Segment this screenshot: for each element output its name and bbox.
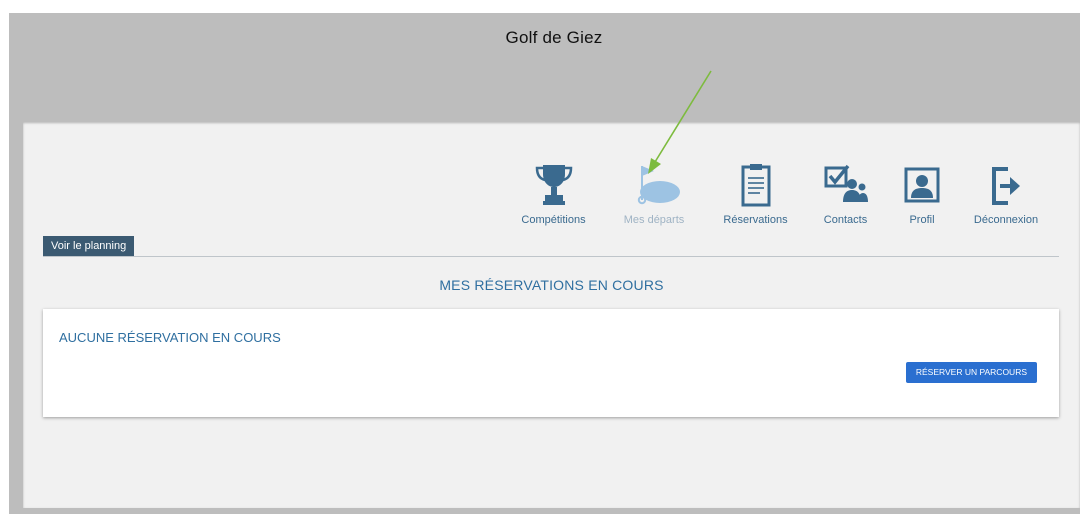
nav-label: Déconnexion bbox=[973, 214, 1039, 226]
profile-icon bbox=[904, 167, 940, 203]
nav-label: Profil bbox=[909, 214, 935, 226]
nav-item-mes-departs[interactable]: Mes départs bbox=[619, 162, 689, 226]
divider bbox=[43, 256, 1059, 257]
reservations-card: AUCUNE RÉSERVATION EN COURS RÉSERVER UN … bbox=[43, 309, 1059, 417]
nav-label: Mes départs bbox=[623, 214, 685, 226]
contacts-check-icon bbox=[824, 164, 868, 202]
trophy-icon bbox=[535, 165, 572, 205]
nav-label: Contacts bbox=[823, 214, 868, 226]
nav-item-profil[interactable]: Profil bbox=[897, 162, 947, 226]
nav-item-contacts[interactable]: Contacts bbox=[813, 162, 878, 226]
nav-item-competitions[interactable]: Compétitions bbox=[516, 162, 591, 226]
main-nav: Compétitions Mes départs Réservations Co… bbox=[23, 162, 1080, 232]
nav-label: Réservations bbox=[723, 214, 788, 226]
golf-flag-icon bbox=[637, 166, 680, 205]
window-left-border bbox=[9, 122, 23, 508]
voir-le-planning-tab[interactable]: Voir le planning bbox=[43, 236, 135, 256]
reserver-un-parcours-button[interactable]: RÉSERVER UN PARCOURS bbox=[905, 362, 1037, 383]
site-title: Golf de Giez bbox=[505, 28, 603, 47]
logout-icon bbox=[992, 167, 1020, 205]
clipboard-icon bbox=[741, 164, 770, 207]
nav-item-deconnexion[interactable]: Déconnexion bbox=[966, 162, 1046, 226]
main-content: Compétitions Mes départs Réservations Co… bbox=[23, 122, 1080, 508]
nav-label: Compétitions bbox=[521, 214, 586, 226]
empty-reservations-text: AUCUNE RÉSERVATION EN COURS bbox=[59, 330, 281, 345]
window-bottom-border bbox=[9, 508, 1080, 514]
nav-item-reservations[interactable]: Réservations bbox=[718, 162, 793, 226]
section-title: MES RÉSERVATIONS EN COURS bbox=[439, 277, 664, 293]
